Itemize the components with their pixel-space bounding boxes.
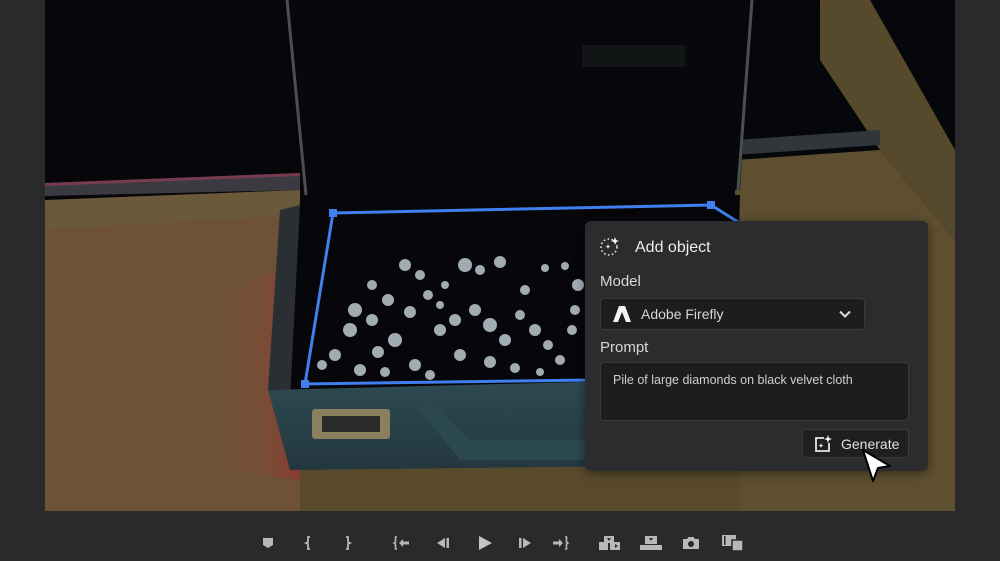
transport-controls [0,525,1000,561]
export-frame-button[interactable] [680,533,702,553]
insert-icon [599,536,620,550]
overwrite-icon [640,536,662,550]
add-marker-button[interactable] [257,533,279,553]
compare-view-button[interactable] [720,533,746,553]
go-to-in-button[interactable] [390,533,412,553]
selection-handle-bottom-left[interactable] [301,380,309,388]
sparkle-dotted-circle-icon [599,235,621,262]
go-to-out-button[interactable] [550,533,572,553]
insert-button[interactable] [597,533,623,553]
panel-title: Add object [635,239,711,256]
go-to-in-icon [392,536,409,550]
selection-handle-top-right[interactable] [707,201,715,209]
model-dropdown[interactable]: Adobe Firefly [600,298,865,330]
step-back-button[interactable] [432,533,454,553]
generate-button[interactable]: Generate [802,429,909,458]
adobe-firefly-logo-icon [612,304,632,324]
model-label: Model [600,273,641,290]
camera-icon [683,537,699,549]
compare-view-icon [722,535,744,552]
generate-button-label: Generate [841,435,900,452]
generate-sparkle-icon [813,434,833,454]
panel-header: Add object [599,235,711,261]
prompt-label: Prompt [600,339,649,356]
selection-handle-top-left[interactable] [329,209,337,217]
mark-in-icon [303,536,310,550]
mark-in-button[interactable] [297,533,319,553]
chevron-down-icon [838,307,852,321]
step-forward-button[interactable] [514,533,536,553]
step-forward-icon [519,538,531,548]
model-dropdown-value: Adobe Firefly [641,306,724,322]
go-to-out-icon [553,536,570,550]
marker-icon [263,538,273,548]
mark-out-icon [346,536,353,550]
overwrite-button[interactable] [638,533,664,553]
play-icon [479,536,492,550]
mark-out-button[interactable] [337,533,359,553]
prompt-input[interactable]: Pile of large diamonds on black velvet c… [600,362,909,421]
step-back-icon [437,538,449,548]
play-button[interactable] [474,533,496,553]
add-object-panel: Add object Model Adobe Firefly Prompt Pi… [585,221,928,471]
